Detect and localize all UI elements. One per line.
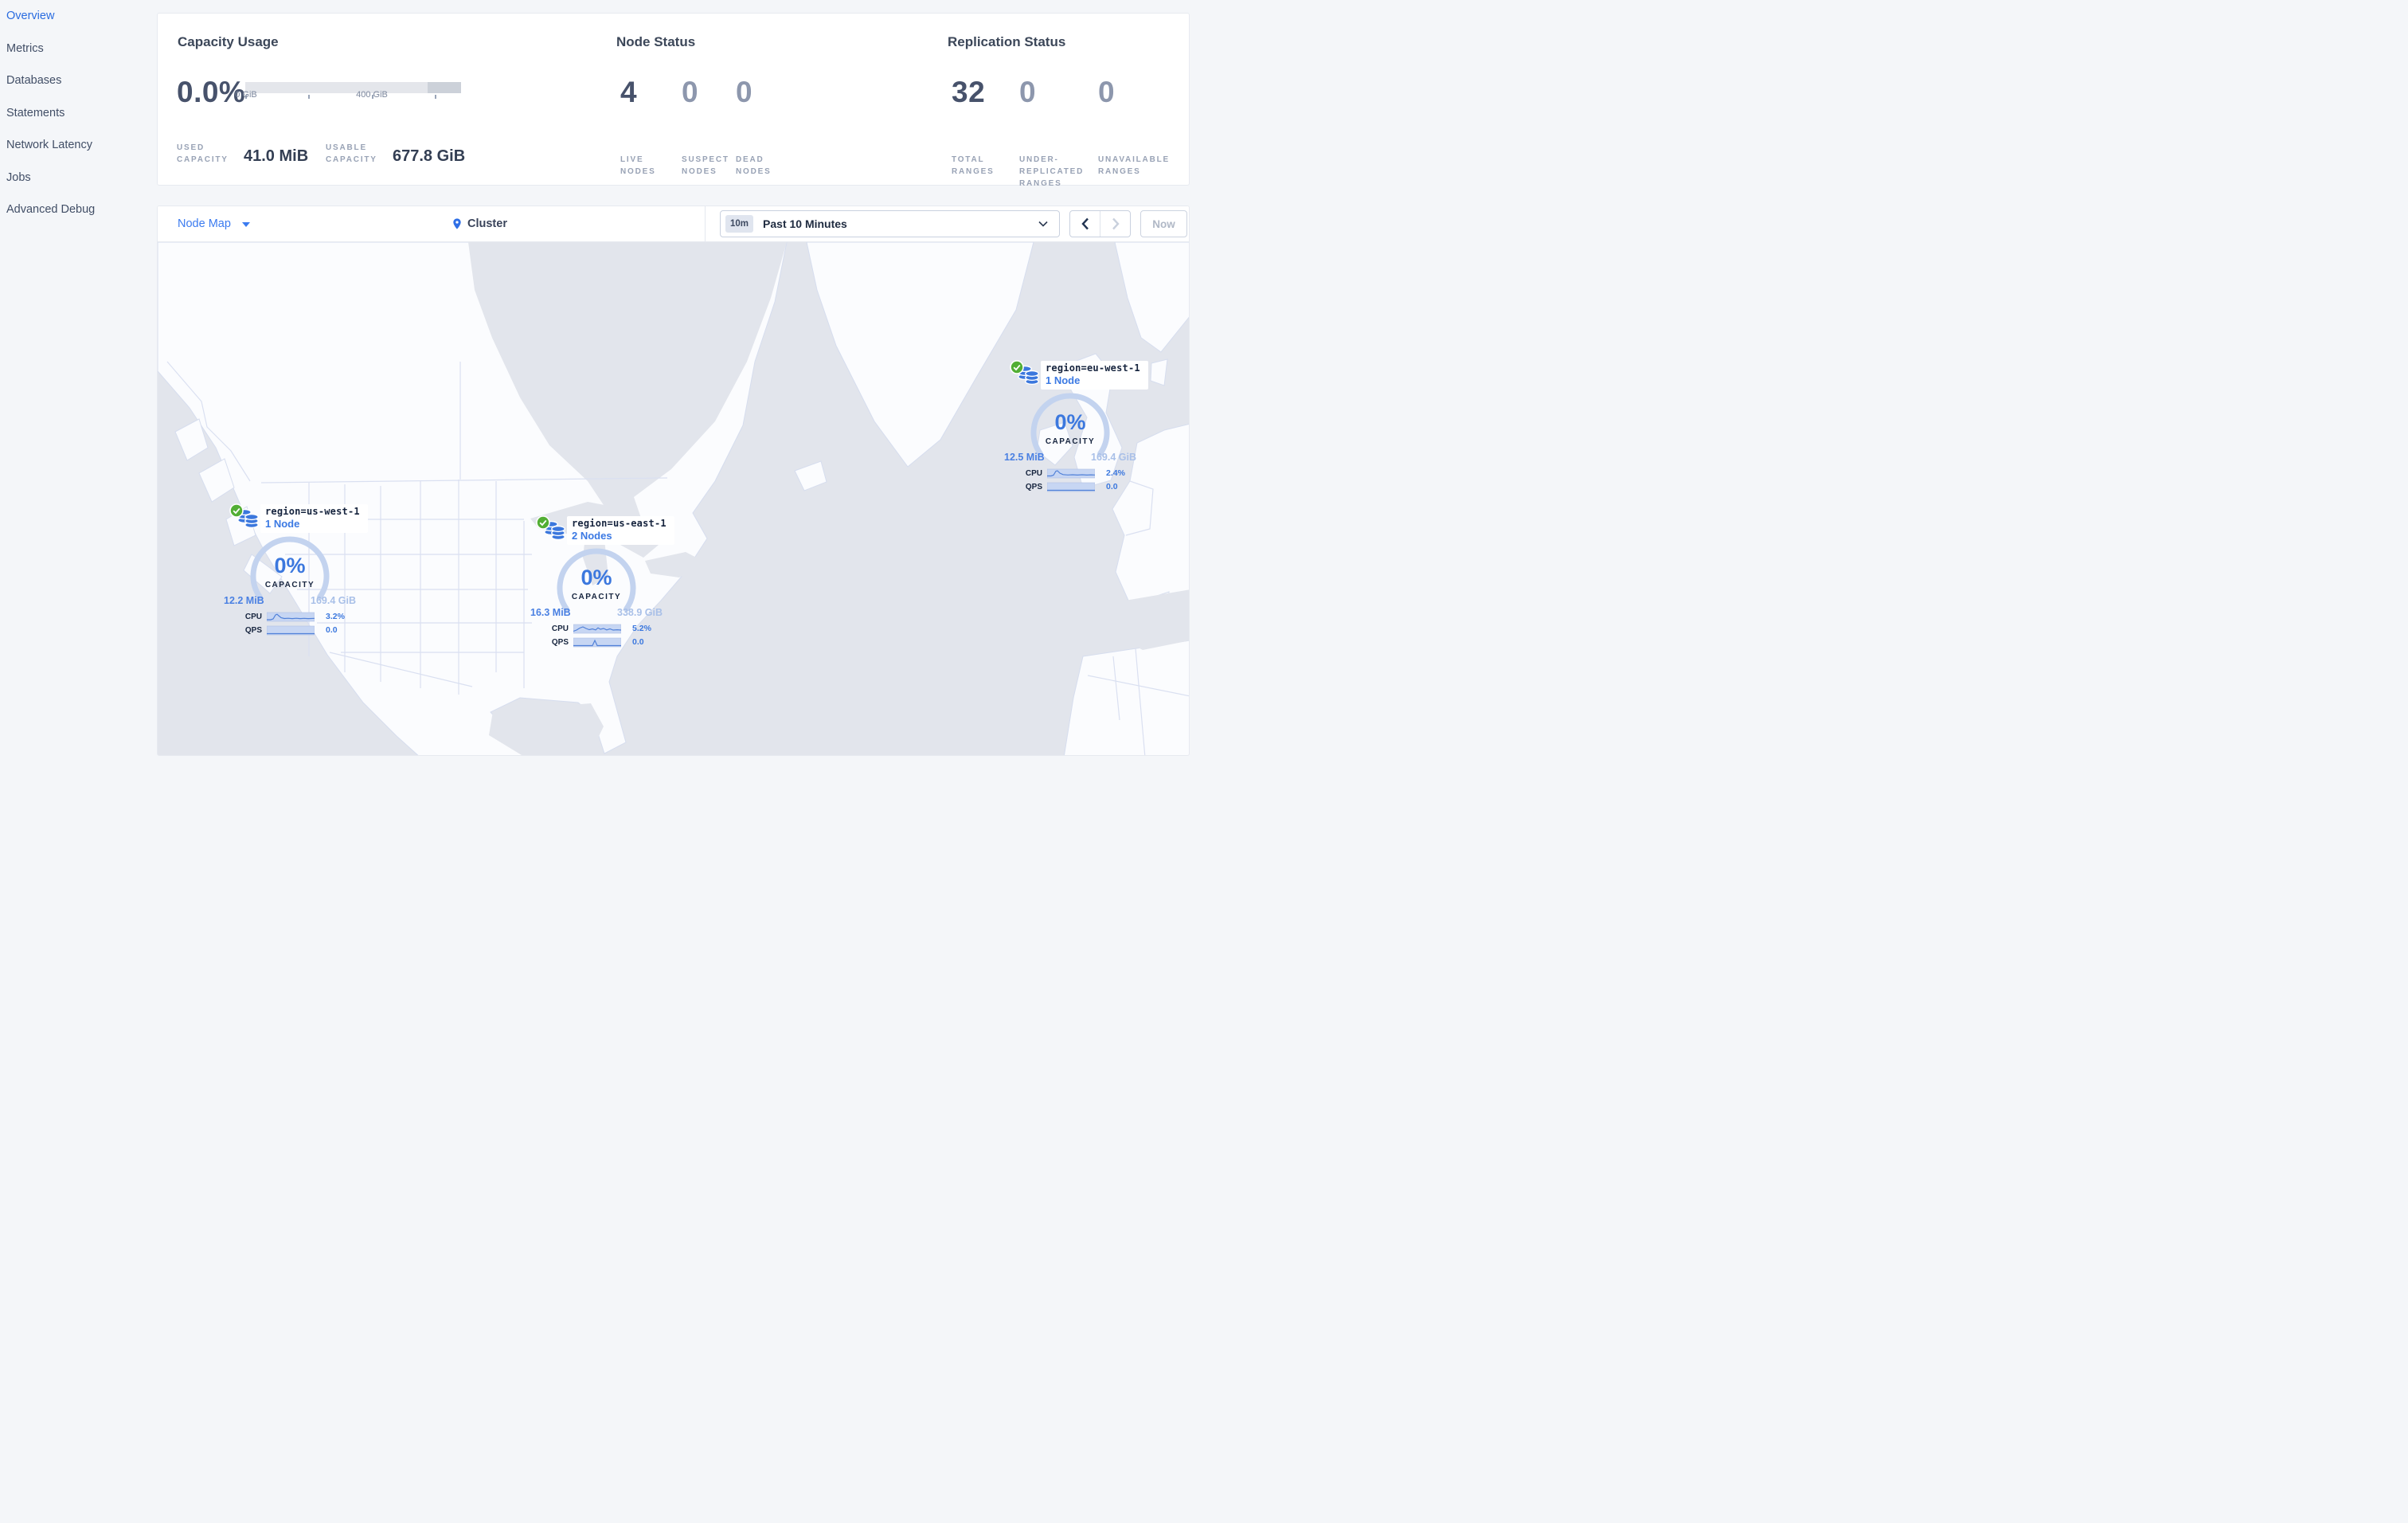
region-used-capacity: 12.2 MiB [224, 595, 264, 606]
cpu-sparkline [573, 624, 621, 633]
cpu-sparkline [1047, 468, 1095, 478]
total-ranges-label: TOTAL RANGES [952, 155, 995, 176]
sidebar-item-statements[interactable]: Statements [0, 97, 157, 130]
dead-nodes-count: 0 [736, 76, 753, 108]
usable-capacity-value: 677.8 GiB [393, 147, 466, 165]
toolbar-divider [705, 206, 706, 241]
under-replicated-ranges-count: 0 [1019, 76, 1037, 108]
healthy-check-icon [229, 503, 244, 518]
qps-value: 0.0 [632, 637, 644, 647]
chevron-right-icon [1112, 217, 1120, 230]
sidebar-item-metrics[interactable]: Metrics [0, 33, 157, 65]
node-status-title: Node Status [616, 34, 696, 49]
qps-value: 0.0 [1106, 482, 1118, 491]
unavailable-ranges-label: UNAVAILABLE RANGES [1098, 155, 1170, 176]
region-used-capacity: 16.3 MiB [530, 607, 571, 618]
capacity-axis-tick-400: 400 GiB [356, 90, 388, 100]
cpu-value: 2.4% [1106, 468, 1125, 478]
sidebar-item-network-latency[interactable]: Network Latency [0, 129, 157, 162]
node-map-panel: Node Map Cluster 10m Past 10 Minutes Now… [157, 206, 1190, 756]
map-geography [158, 242, 1189, 755]
suspect-nodes-count: 0 [682, 76, 699, 108]
unavailable-ranges-count: 0 [1098, 76, 1116, 108]
map-toolbar: Node Map Cluster 10m Past 10 Minutes Now [158, 206, 1189, 242]
gauge-percent: 0% [1054, 410, 1086, 434]
qps-label: QPS [551, 637, 569, 647]
live-nodes-count: 4 [620, 76, 638, 108]
view-mode-dropdown[interactable]: Node Map [178, 206, 250, 241]
capacity-axis-tick-0: 0 GiB [235, 90, 257, 100]
cpu-value: 5.2% [632, 624, 651, 633]
qps-sparkline [267, 625, 315, 635]
gauge-percent: 0% [274, 554, 306, 577]
region-node-count-link[interactable]: 2 Nodes [572, 530, 666, 542]
cpu-sparkline [267, 612, 315, 621]
time-back-button[interactable] [1070, 211, 1100, 237]
region-used-capacity: 12.5 MiB [1004, 452, 1045, 463]
usable-capacity-label: USABLE CAPACITY [326, 143, 377, 164]
used-capacity-value: 41.0 MiB [244, 147, 309, 165]
chevron-left-icon [1081, 217, 1089, 230]
region-node-count-link[interactable]: 1 Node [1046, 374, 1140, 387]
replication-status-title: Replication Status [948, 34, 1066, 49]
sidebar-item-advanced-debug[interactable]: Advanced Debug [0, 194, 157, 226]
gauge-percent: 0% [580, 566, 612, 589]
healthy-check-icon [536, 515, 550, 530]
cluster-summary-panel: Capacity Usage 0.0% 0 GiB 400 GiB USED C… [157, 13, 1190, 188]
region-node-count-link[interactable]: 1 Node [265, 518, 360, 531]
qps-value: 0.0 [326, 625, 338, 635]
cpu-value: 3.2% [326, 612, 345, 621]
world-map: region=us-west-1 1 Node 0% CAPACITY 12.2… [158, 242, 1189, 755]
total-ranges-count: 32 [952, 76, 986, 108]
map-pin-icon [453, 218, 461, 229]
capacity-bar-reserved-segment [428, 82, 461, 93]
cpu-label: CPU [244, 612, 262, 621]
sidebar-item-databases[interactable]: Databases [0, 65, 157, 97]
suspect-nodes-label: SUSPECT NODES [682, 155, 729, 176]
gauge-capacity-label: CAPACITY [1045, 437, 1096, 446]
chevron-down-icon [1038, 221, 1048, 227]
qps-sparkline [573, 637, 621, 647]
sidebar-item-jobs[interactable]: Jobs [0, 162, 157, 194]
breadcrumb[interactable]: Cluster [451, 206, 507, 241]
time-step-arrows [1069, 210, 1131, 237]
capacity-usage-title: Capacity Usage [178, 34, 279, 49]
now-button[interactable]: Now [1140, 210, 1187, 237]
cpu-label: CPU [551, 624, 569, 633]
live-nodes-label: LIVE NODES [620, 155, 656, 176]
time-range-label: Past 10 Minutes [763, 217, 847, 230]
sidebar-item-overview[interactable]: Overview [0, 0, 157, 33]
time-range-badge: 10m [725, 215, 754, 233]
region-usable-capacity: 169.4 GiB [1091, 452, 1136, 463]
capacity-bar: 0 GiB 400 GiB [235, 82, 461, 100]
region-usable-capacity: 169.4 GiB [311, 595, 356, 606]
region-name: region=us-east-1 [572, 518, 666, 529]
time-range-dropdown[interactable]: 10m Past 10 Minutes [720, 210, 1060, 237]
gauge-capacity-label: CAPACITY [571, 593, 622, 601]
region-usable-capacity: 338.9 GiB [617, 607, 663, 618]
dead-nodes-label: DEAD NODES [736, 155, 772, 176]
region-name: region=us-west-1 [265, 506, 360, 517]
breadcrumb-label: Cluster [467, 217, 507, 230]
qps-label: QPS [244, 625, 262, 635]
under-replicated-ranges-label: UNDER-REPLICATED RANGES [1019, 155, 1085, 188]
used-capacity-label: USED CAPACITY [177, 143, 229, 164]
healthy-check-icon [1010, 360, 1024, 374]
qps-label: QPS [1025, 482, 1042, 491]
view-mode-label: Node Map [178, 217, 231, 230]
region-name: region=eu-west-1 [1046, 362, 1140, 374]
chevron-down-icon [241, 222, 250, 227]
gauge-capacity-label: CAPACITY [264, 581, 315, 589]
sidebar: Overview Metrics Databases Statements Ne… [0, 0, 157, 762]
cpu-label: CPU [1025, 468, 1042, 478]
time-forward-button[interactable] [1100, 211, 1130, 237]
qps-sparkline [1047, 482, 1095, 491]
